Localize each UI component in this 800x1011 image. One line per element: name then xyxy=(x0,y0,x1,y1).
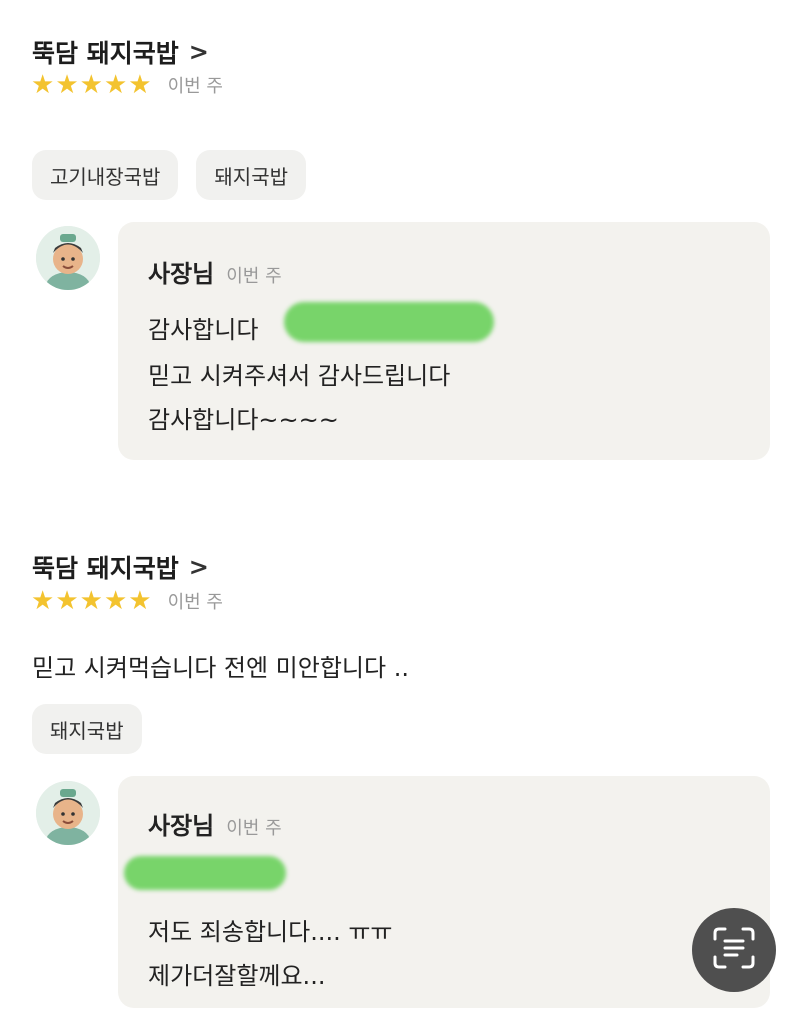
rating-row: ★ ★ ★ ★ ★ 이번 주 xyxy=(31,588,223,614)
owner-label: 사장님 xyxy=(148,260,215,288)
star-icon: ★ xyxy=(31,586,55,616)
text-scan-icon xyxy=(711,925,757,975)
owner-reply: 사장님 이번 주 감사합니다 믿고 시켜주셔서 감사드립니다 감사합니다~~~~ xyxy=(118,222,770,460)
owner-reply: 사장님 이번 주 저도 죄송합니다.... ㅠㅠ 제가더잘할께요... xyxy=(118,776,770,1008)
reply-header: 사장님 이번 주 xyxy=(148,254,282,289)
chevron-right-icon: > xyxy=(188,553,209,581)
menu-chip[interactable]: 고기내장국밥 xyxy=(32,150,179,200)
redaction-mark xyxy=(124,856,286,890)
store-link-1[interactable]: 뚝담 돼지국밥 > xyxy=(32,34,209,70)
review-date: 이번 주 xyxy=(167,592,223,613)
chevron-right-icon: > xyxy=(188,38,209,66)
star-icon: ★ xyxy=(103,70,128,100)
owner-label: 사장님 xyxy=(148,812,215,840)
store-name: 뚝담 돼지국밥 xyxy=(32,554,179,583)
reply-line: 저도 죄송합니다.... ㅠㅠ xyxy=(148,918,393,946)
menu-chip[interactable]: 돼지국밥 xyxy=(196,150,307,200)
store-link-2[interactable]: 뚝담 돼지국밥 > xyxy=(32,549,209,585)
menu-chips: 돼지국밥 xyxy=(32,704,142,754)
star-icon: ★ xyxy=(128,586,152,616)
reply-line: 감사합니다 xyxy=(148,316,259,344)
reply-header: 사장님 이번 주 xyxy=(148,806,282,841)
star-icon: ★ xyxy=(128,70,152,100)
owner-avatar xyxy=(36,781,100,845)
rating-row: ★ ★ ★ ★ ★ 이번 주 xyxy=(31,72,223,98)
reply-line: 감사합니다~~~~ xyxy=(148,406,339,434)
star-icon: ★ xyxy=(31,70,55,100)
star-rating: ★ ★ ★ ★ ★ xyxy=(31,72,152,98)
star-icon: ★ xyxy=(103,586,128,616)
menu-chip[interactable]: 돼지국밥 xyxy=(32,704,142,754)
redaction-mark xyxy=(284,302,494,342)
review-date: 이번 주 xyxy=(167,76,223,97)
reply-line: 믿고 시켜주셔서 감사드립니다 xyxy=(148,362,451,390)
star-icon: ★ xyxy=(55,70,79,100)
star-rating: ★ ★ ★ ★ ★ xyxy=(31,588,152,614)
store-name: 뚝담 돼지국밥 xyxy=(32,39,179,68)
reply-line: 제가더잘할께요... xyxy=(148,962,326,990)
reply-date: 이번 주 xyxy=(226,818,282,839)
reply-date: 이번 주 xyxy=(226,266,282,287)
star-icon: ★ xyxy=(79,70,103,100)
owner-avatar xyxy=(36,226,100,290)
review-text: 믿고 시켜먹습니다 전엔 미안합니다 .. xyxy=(32,654,409,682)
star-icon: ★ xyxy=(55,586,79,616)
text-scan-button[interactable] xyxy=(692,908,776,992)
star-icon: ★ xyxy=(79,586,103,616)
menu-chips: 고기내장국밥 돼지국밥 xyxy=(32,150,307,200)
